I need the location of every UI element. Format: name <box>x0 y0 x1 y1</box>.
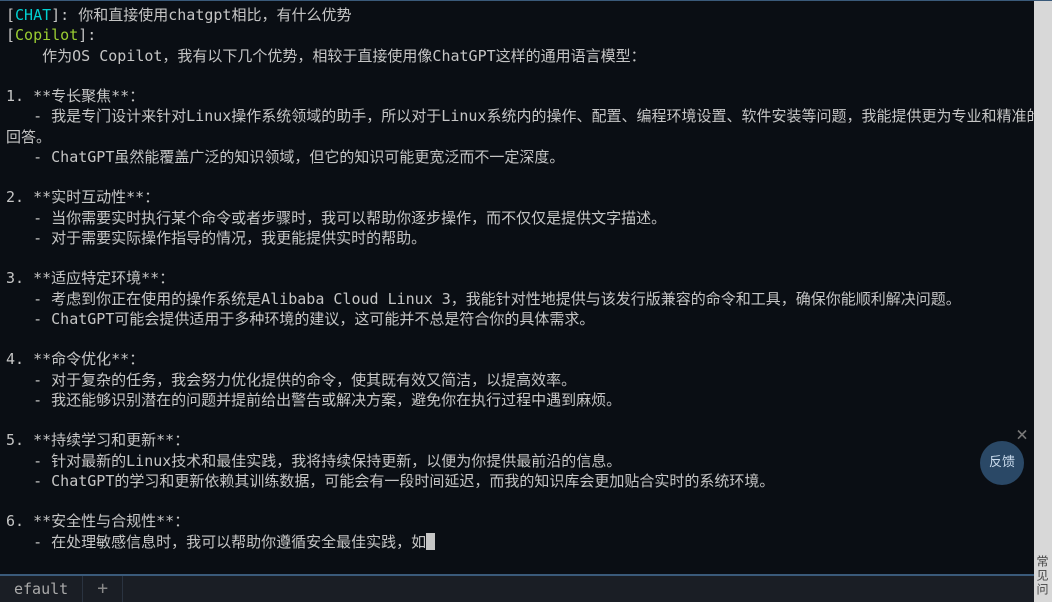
tab-bar: efault + <box>0 574 1034 602</box>
right-sidebar: 常见问 <box>1034 1 1052 602</box>
faq-label[interactable]: 常见问 <box>1034 555 1050 597</box>
tab-default[interactable]: efault <box>0 576 83 602</box>
cursor <box>426 533 435 550</box>
terminal-output[interactable]: [CHAT]: 你和直接使用chatgpt相比，有什么优势 [Copilot]:… <box>0 1 1052 573</box>
feedback-button[interactable]: 反馈 <box>980 441 1024 485</box>
close-icon[interactable]: × <box>1016 421 1028 448</box>
tab-add-button[interactable]: + <box>83 576 123 602</box>
